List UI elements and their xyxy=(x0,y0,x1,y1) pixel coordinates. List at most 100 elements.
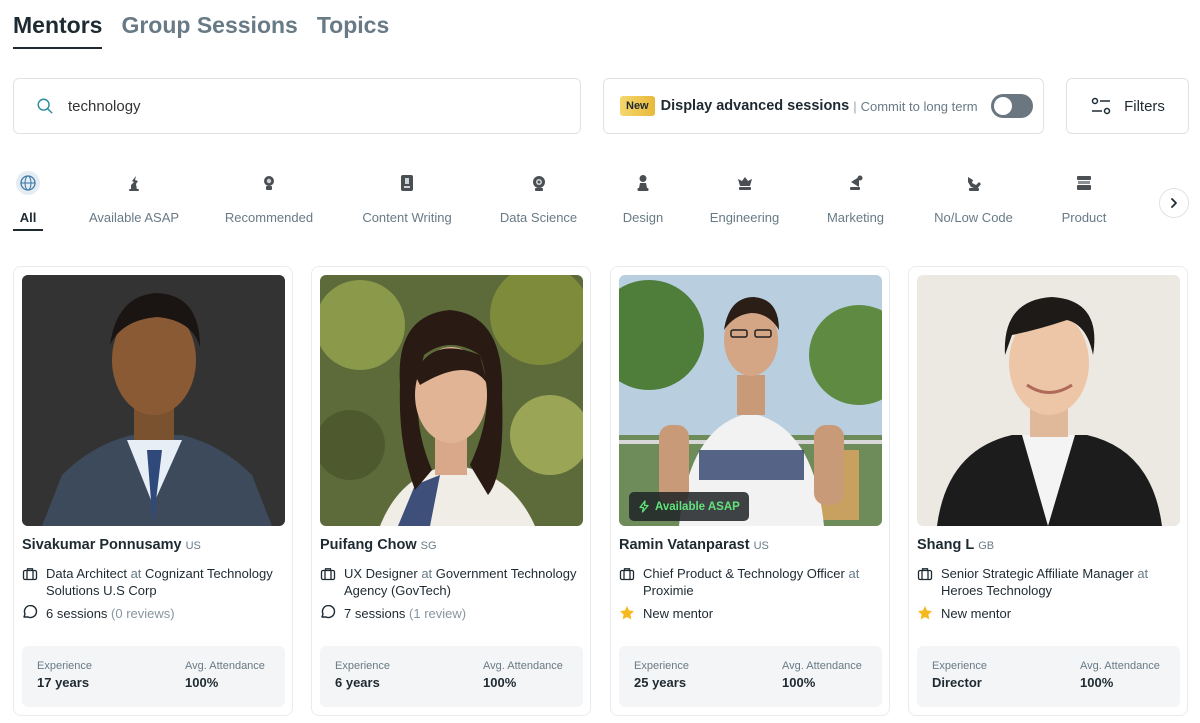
mentor-photo xyxy=(917,275,1180,526)
category-label: Data Science xyxy=(499,210,578,225)
mentor-name: Puifang Chow xyxy=(320,537,417,553)
mentor-role-at: at xyxy=(421,566,433,581)
new-badge: New xyxy=(620,96,655,116)
mentor-card[interactable]: Puifang Chow SG UX Designer at Governmen… xyxy=(311,266,591,716)
document-icon xyxy=(392,168,422,198)
attendance-label: Avg. Attendance xyxy=(185,660,265,672)
experience-value: 25 years xyxy=(634,675,687,690)
mentor-country: US xyxy=(753,540,769,552)
mentor-company: Heroes Technology xyxy=(941,583,1053,598)
tab-group-sessions[interactable]: Group Sessions xyxy=(121,12,297,49)
advanced-sessions-toggle[interactable] xyxy=(990,94,1033,118)
search-icon xyxy=(37,98,53,114)
experience-label: Experience xyxy=(634,660,690,672)
bulb-icon xyxy=(254,168,284,198)
category-recommended[interactable]: Recommended xyxy=(224,168,314,225)
mentor-name-row: Puifang Chow SG xyxy=(320,537,437,553)
mentor-photo xyxy=(22,275,285,526)
reviews-count: (1 review) xyxy=(409,605,467,621)
mentor-company: Proximie xyxy=(643,583,694,598)
category-no-low-code[interactable]: No/Low Code xyxy=(931,168,1016,225)
category-engineering[interactable]: Engineering xyxy=(709,168,780,225)
experience-label: Experience xyxy=(37,660,93,672)
reviews-count: (0 reviews) xyxy=(111,605,175,621)
category-design[interactable]: Design xyxy=(622,168,664,225)
new-mentor-label: New mentor xyxy=(643,605,714,621)
lightning-icon xyxy=(639,500,649,513)
mentor-card[interactable]: Shang L GB Senior Strategic Affiliate Ma… xyxy=(908,266,1188,716)
wrench-icon xyxy=(959,168,989,198)
mentor-name-row: Sivakumar Ponnusamy US xyxy=(22,537,201,553)
attendance-value: 100% xyxy=(1080,675,1114,690)
mentor-name-row: Ramin Vatanparast US xyxy=(619,537,769,553)
advanced-separator: | xyxy=(853,98,857,114)
sliders-icon xyxy=(1091,97,1111,115)
experience-value: 17 years xyxy=(37,675,90,690)
category-bar: All Available ASAP Recommended Content W… xyxy=(0,168,1150,238)
globe-icon xyxy=(13,168,43,198)
briefcase-icon xyxy=(917,568,933,581)
toggle-knob xyxy=(993,97,1012,115)
mentor-name: Shang L xyxy=(917,537,975,553)
gear-chess-icon xyxy=(730,168,760,198)
tab-topics[interactable]: Topics xyxy=(317,12,389,49)
mentor-name: Ramin Vatanparast xyxy=(619,537,750,553)
stack-icon xyxy=(1069,168,1099,198)
atom-icon xyxy=(524,168,554,198)
new-mentor-label: New mentor xyxy=(941,605,1012,621)
categories-next-button[interactable] xyxy=(1159,188,1189,218)
megaphone-icon xyxy=(841,168,871,198)
experience-value: Director xyxy=(932,675,982,690)
mentor-stats: Experience 25 years Avg. Attendance 100% xyxy=(619,646,882,707)
top-tabs: Mentors Group Sessions Topics xyxy=(13,12,389,49)
tab-mentors[interactable]: Mentors xyxy=(13,12,103,49)
category-label: Content Writing xyxy=(362,210,452,225)
filters-button[interactable]: Filters xyxy=(1066,78,1189,134)
mentor-new-status: New mentor xyxy=(917,605,1011,621)
star-icon xyxy=(918,606,932,620)
category-data-science[interactable]: Data Science xyxy=(499,168,578,225)
experience-value: 6 years xyxy=(335,675,380,690)
attendance-label: Avg. Attendance xyxy=(1080,660,1160,672)
category-marketing[interactable]: Marketing xyxy=(825,168,886,225)
category-label: Design xyxy=(622,210,664,225)
pawn-icon xyxy=(628,168,658,198)
briefcase-icon xyxy=(22,568,38,581)
mentor-name-row: Shang L GB xyxy=(917,537,994,553)
mentor-country: SG xyxy=(420,540,437,552)
attendance-label: Avg. Attendance xyxy=(782,660,862,672)
category-label: Available ASAP xyxy=(88,210,180,225)
mentor-role: Chief Product & Technology Officer at Pr… xyxy=(619,565,881,599)
advanced-sessions-title: Display advanced sessions xyxy=(660,98,850,114)
mentor-name: Sivakumar Ponnusamy xyxy=(22,537,182,553)
mentor-role-at: at xyxy=(130,566,142,581)
mentor-card[interactable]: Available ASAP Ramin Vatanparast US Chie… xyxy=(610,266,890,716)
category-label: Product xyxy=(1061,210,1107,225)
advanced-sessions-panel: New Display advanced sessions | Commit t… xyxy=(603,78,1044,134)
mentor-role: Data Architect at Cognizant Technology S… xyxy=(22,565,284,599)
search-box[interactable] xyxy=(13,78,581,134)
category-all[interactable]: All xyxy=(13,168,43,231)
mentor-role: Senior Strategic Affiliate Manager at He… xyxy=(917,565,1179,599)
search-input[interactable] xyxy=(68,97,528,115)
mentor-role-at: at xyxy=(1137,566,1149,581)
category-product[interactable]: Product xyxy=(1060,168,1108,225)
category-available-asap[interactable]: Available ASAP xyxy=(88,168,180,225)
active-underline xyxy=(13,229,43,231)
mentor-stats: Experience 17 years Avg. Attendance 100% xyxy=(22,646,285,707)
sessions-count: 7 sessions xyxy=(344,605,406,621)
lightning-chess-icon xyxy=(119,168,149,198)
experience-label: Experience xyxy=(335,660,391,672)
filters-label: Filters xyxy=(1124,97,1165,115)
available-asap-label: Available ASAP xyxy=(655,500,740,513)
attendance-label: Avg. Attendance xyxy=(483,660,563,672)
category-label: Marketing xyxy=(826,210,885,225)
mentor-country: GB xyxy=(978,540,995,552)
category-content-writing[interactable]: Content Writing xyxy=(359,168,455,225)
attendance-value: 100% xyxy=(782,675,816,690)
mentor-new-status: New mentor xyxy=(619,605,713,621)
briefcase-icon xyxy=(619,568,635,581)
mentor-role-title: Senior Strategic Affiliate Manager xyxy=(941,566,1134,581)
mentor-photo xyxy=(320,275,583,526)
mentor-card[interactable]: Sivakumar Ponnusamy US Data Architect at… xyxy=(13,266,293,716)
